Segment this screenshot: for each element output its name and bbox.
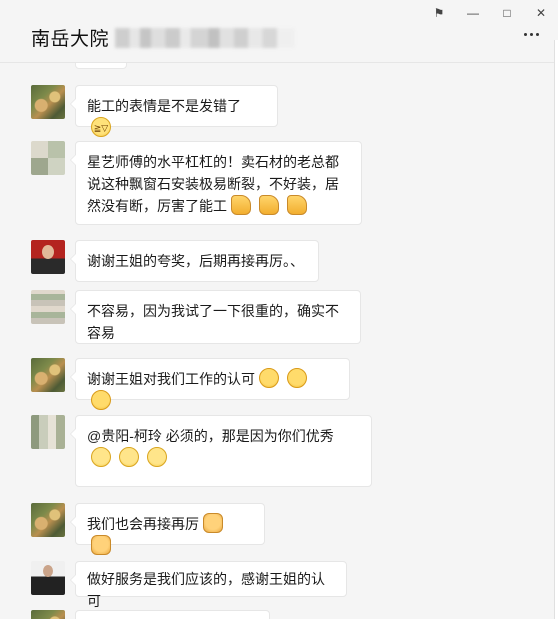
thumbs-up-emoji-icon xyxy=(259,195,279,215)
avatar[interactable] xyxy=(31,561,65,595)
avatar[interactable] xyxy=(31,503,65,537)
message-list[interactable]: 能工的表情是不是发错了 ≧▽≦ 星艺师傅的水平杠杠的！卖石材的老总都说这种飘窗石安… xyxy=(0,63,555,619)
avatar[interactable] xyxy=(31,415,65,449)
avatar[interactable] xyxy=(31,85,65,119)
avatar[interactable] xyxy=(31,141,65,175)
hug-emoji-icon xyxy=(91,390,111,410)
hug-emoji-icon xyxy=(287,368,307,388)
maximize-icon[interactable]: □ xyxy=(490,0,524,26)
message-text: @贵阳-柯玲 必须的，那是因为你们优秀 xyxy=(87,428,334,444)
message-bubble[interactable]: 做好服务是我们应该的，感谢王姐的认可 xyxy=(70,561,347,609)
fist-emoji-icon xyxy=(203,513,223,533)
message-bubble[interactable]: 我们也会再接再厉 xyxy=(70,503,265,555)
avatar[interactable] xyxy=(31,358,65,392)
message-bubble[interactable]: 星艺师傅的水平杠杠的！卖石材的老总都说这种飘窗石安装极易断裂，不好装，居然没有断… xyxy=(70,141,362,225)
chat-title: 南岳大院 xyxy=(31,24,296,51)
message-text: 谢谢王姐的夸奖，后期再接再厉。、 xyxy=(87,253,304,269)
pin-icon[interactable]: ⚑ xyxy=(422,0,456,26)
hug-emoji-icon xyxy=(259,368,279,388)
thumbs-up-emoji-icon xyxy=(287,195,307,215)
avatar[interactable] xyxy=(31,610,65,619)
message-bubble[interactable]: 不容易，因为我试了一下很重的，确实不容易 xyxy=(70,290,361,344)
laugh-cry-emoji-icon: ≧▽≦ xyxy=(91,117,111,153)
title-bar: ⚑ — □ ✕ 南岳大院 xyxy=(0,0,558,63)
chat-window: ⚑ — □ ✕ 南岳大院 能工的表情是不是发错了≧▽≦ 星 xyxy=(0,0,558,619)
message-bubble[interactable] xyxy=(75,610,270,619)
avatar[interactable] xyxy=(31,290,65,324)
message-bubble[interactable]: 谢谢王姐的夸奖，后期再接再厉。、 xyxy=(70,240,319,282)
thumbs-up-emoji-icon xyxy=(231,195,251,215)
fist-emoji-icon xyxy=(91,535,111,555)
more-icon[interactable] xyxy=(524,33,539,36)
message-text: 做好服务是我们应该的，感谢王姐的认可 xyxy=(87,571,325,609)
smile-emoji-icon xyxy=(147,447,167,467)
smile-emoji-icon xyxy=(119,447,139,467)
message-bubble[interactable]: @贵阳-柯玲 必须的，那是因为你们优秀 xyxy=(70,415,372,487)
message-text: 不容易，因为我试了一下很重的，确实不容易 xyxy=(87,303,339,341)
avatar[interactable] xyxy=(31,240,65,274)
message-text: 谢谢王姐对我们工作的认可 xyxy=(87,371,255,387)
message-text: 我们也会再接再厉 xyxy=(87,516,199,532)
more-dot xyxy=(536,33,539,36)
message-bubble[interactable]: 谢谢王姐对我们工作的认可 xyxy=(70,358,350,410)
redacted-title-suffix xyxy=(115,27,296,48)
more-dot xyxy=(530,33,533,36)
window-controls: ⚑ — □ ✕ xyxy=(422,0,558,26)
smile-emoji-icon xyxy=(91,447,111,467)
close-icon[interactable]: ✕ xyxy=(524,0,558,26)
more-dot xyxy=(524,33,527,36)
message-text: 能工的表情是不是发错了 xyxy=(87,98,241,114)
chat-title-text: 南岳大院 xyxy=(31,29,110,50)
message-bubble[interactable]: 能工的表情是不是发错了 ≧▽≦ xyxy=(70,85,278,153)
cut-off-bubble xyxy=(75,63,127,69)
minimize-icon[interactable]: — xyxy=(456,0,490,26)
